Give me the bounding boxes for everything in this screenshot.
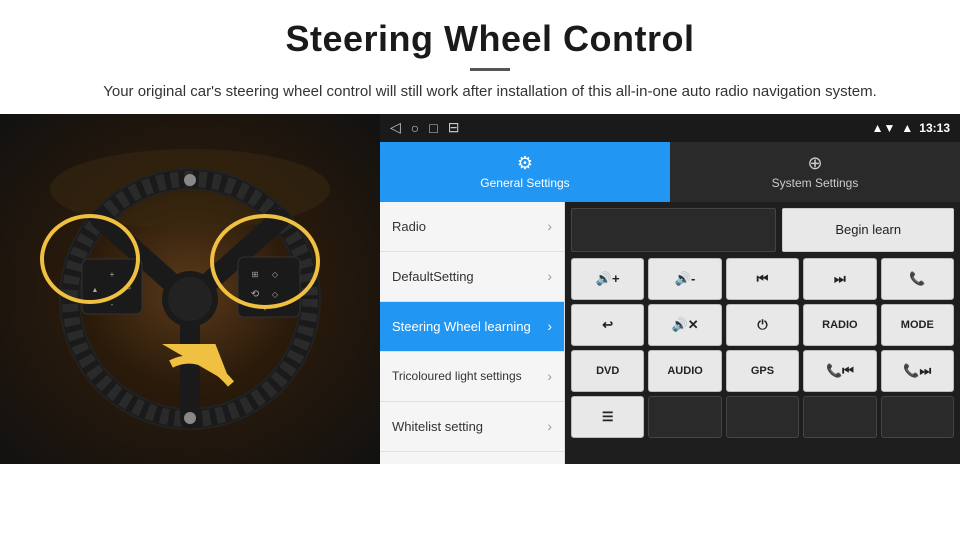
dvd-label: DVD (596, 365, 619, 377)
status-bar: ◁ ○ □ ⊟ ▲▼ ▲ 13:13 (380, 114, 960, 142)
hangup-icon: ↩ (602, 317, 613, 333)
menu-item-tricoloured[interactable]: Tricoloured light settings › (380, 352, 564, 402)
menu-item-steering[interactable]: Steering Wheel learning › (380, 302, 564, 352)
menu-icon-button[interactable]: ☰ (571, 396, 644, 438)
menu-radio-label: Radio (392, 219, 426, 234)
general-settings-icon: ⚙ (517, 153, 533, 174)
control-row-1: 🔊+ 🔊- ⏮ ⏭ 📞 (571, 258, 954, 300)
menu-icon: ☰ (602, 409, 614, 425)
prev-button[interactable]: ⏮ (726, 258, 799, 300)
mode-button[interactable]: MODE (881, 304, 954, 346)
tel-prev-icon: 📞⏮ (826, 363, 854, 379)
tab-system-label: System Settings (772, 176, 859, 190)
chevron-icon: › (547, 368, 552, 384)
tab-bar: ⚙ General Settings ⊕ System Settings (380, 142, 960, 202)
call-icon: 📞 (909, 271, 925, 287)
steering-wheel-image: + ▲ - ↩ ⊞ ◇ ⟲ ◇ ▼ (0, 114, 380, 464)
control-row-2: ↩ 🔊✕ ⏻ RADIO MODE (571, 304, 954, 346)
empty-btn-2 (726, 396, 799, 438)
title-divider (470, 68, 510, 71)
status-indicators: ▲▼ ▲ 13:13 (872, 121, 950, 135)
left-menu: Radio › DefaultSetting › Steering Wheel … (380, 202, 565, 464)
menu-item-radio[interactable]: Radio › (380, 202, 564, 252)
empty-input-box (571, 208, 776, 252)
yellow-arrow (151, 344, 251, 424)
audio-button[interactable]: AUDIO (648, 350, 721, 392)
mute-icon: 🔊✕ (672, 317, 699, 333)
prev-icon: ⏮ (757, 271, 769, 287)
empty-btn-4 (881, 396, 954, 438)
main-content: + ▲ - ↩ ⊞ ◇ ⟲ ◇ ▼ (0, 114, 980, 464)
nav-home-icon[interactable]: ○ (411, 120, 419, 136)
right-control-panel: Begin learn 🔊+ 🔊- ⏮ ⏭ (565, 202, 960, 464)
call-button[interactable]: 📞 (881, 258, 954, 300)
mute-button[interactable]: 🔊✕ (648, 304, 721, 346)
begin-learn-button[interactable]: Begin learn (782, 208, 954, 252)
svg-text:-: - (111, 300, 114, 309)
subtitle: Your original car's steering wheel contr… (40, 81, 940, 104)
radio-label: RADIO (822, 319, 857, 331)
steering-background: + ▲ - ↩ ⊞ ◇ ⟲ ◇ ▼ (0, 114, 380, 464)
tab-general-settings[interactable]: ⚙ General Settings (380, 142, 670, 202)
menu-default-label: DefaultSetting (392, 269, 474, 284)
mode-label: MODE (901, 319, 934, 331)
next-icon: ⏭ (834, 271, 846, 287)
content-area: Radio › DefaultSetting › Steering Wheel … (380, 202, 960, 464)
tab-general-label: General Settings (480, 176, 569, 190)
begin-learn-label: Begin learn (835, 222, 901, 237)
header-section: Steering Wheel Control Your original car… (0, 0, 980, 114)
chevron-icon: › (547, 268, 552, 284)
next-button[interactable]: ⏭ (803, 258, 876, 300)
radio-button[interactable]: RADIO (803, 304, 876, 346)
system-settings-icon: ⊕ (807, 153, 822, 174)
chevron-icon: › (547, 318, 552, 334)
wifi-icon: ▲ (901, 121, 913, 135)
nav-buttons: ◁ ○ □ ⊟ (390, 119, 459, 136)
power-button[interactable]: ⏻ (726, 304, 799, 346)
signal-icon: ▲▼ (872, 121, 896, 135)
highlight-circle-left (40, 214, 140, 304)
page-title: Steering Wheel Control (40, 18, 940, 60)
tel-prev-button[interactable]: 📞⏮ (803, 350, 876, 392)
menu-whitelist-label: Whitelist setting (392, 419, 483, 434)
dvd-button[interactable]: DVD (571, 350, 644, 392)
empty-btn-3 (803, 396, 876, 438)
nav-recent-icon[interactable]: □ (429, 120, 437, 136)
vol-down-button[interactable]: 🔊- (648, 258, 721, 300)
gps-button[interactable]: GPS (726, 350, 799, 392)
nav-back-icon[interactable]: ◁ (390, 119, 401, 136)
vol-up-button[interactable]: 🔊+ (571, 258, 644, 300)
vol-up-icon: 🔊+ (596, 271, 620, 287)
gps-label: GPS (751, 365, 774, 377)
android-screen: ◁ ○ □ ⊟ ▲▼ ▲ 13:13 ⚙ General Settings ⊕ … (380, 114, 960, 464)
menu-item-default[interactable]: DefaultSetting › (380, 252, 564, 302)
highlight-circle-right (210, 214, 320, 309)
chevron-icon: › (547, 218, 552, 234)
control-row-3: DVD AUDIO GPS 📞⏮ 📞⏭ (571, 350, 954, 392)
empty-btn-1 (648, 396, 721, 438)
chevron-icon: › (547, 418, 552, 434)
vol-down-icon: 🔊- (675, 271, 696, 287)
tel-next-button[interactable]: 📞⏭ (881, 350, 954, 392)
tel-next-icon: 📞⏭ (903, 363, 931, 379)
control-row-4: ☰ (571, 396, 954, 438)
hangup-button[interactable]: ↩ (571, 304, 644, 346)
menu-steering-label: Steering Wheel learning (392, 319, 531, 334)
nav-cast-icon[interactable]: ⊟ (448, 119, 460, 136)
tab-system-settings[interactable]: ⊕ System Settings (670, 142, 960, 202)
power-icon: ⏻ (757, 317, 767, 333)
menu-item-whitelist[interactable]: Whitelist setting › (380, 402, 564, 452)
begin-learn-row: Begin learn (571, 208, 954, 252)
menu-tricoloured-label: Tricoloured light settings (392, 369, 522, 383)
audio-label: AUDIO (667, 365, 702, 377)
time-display: 13:13 (919, 121, 950, 135)
